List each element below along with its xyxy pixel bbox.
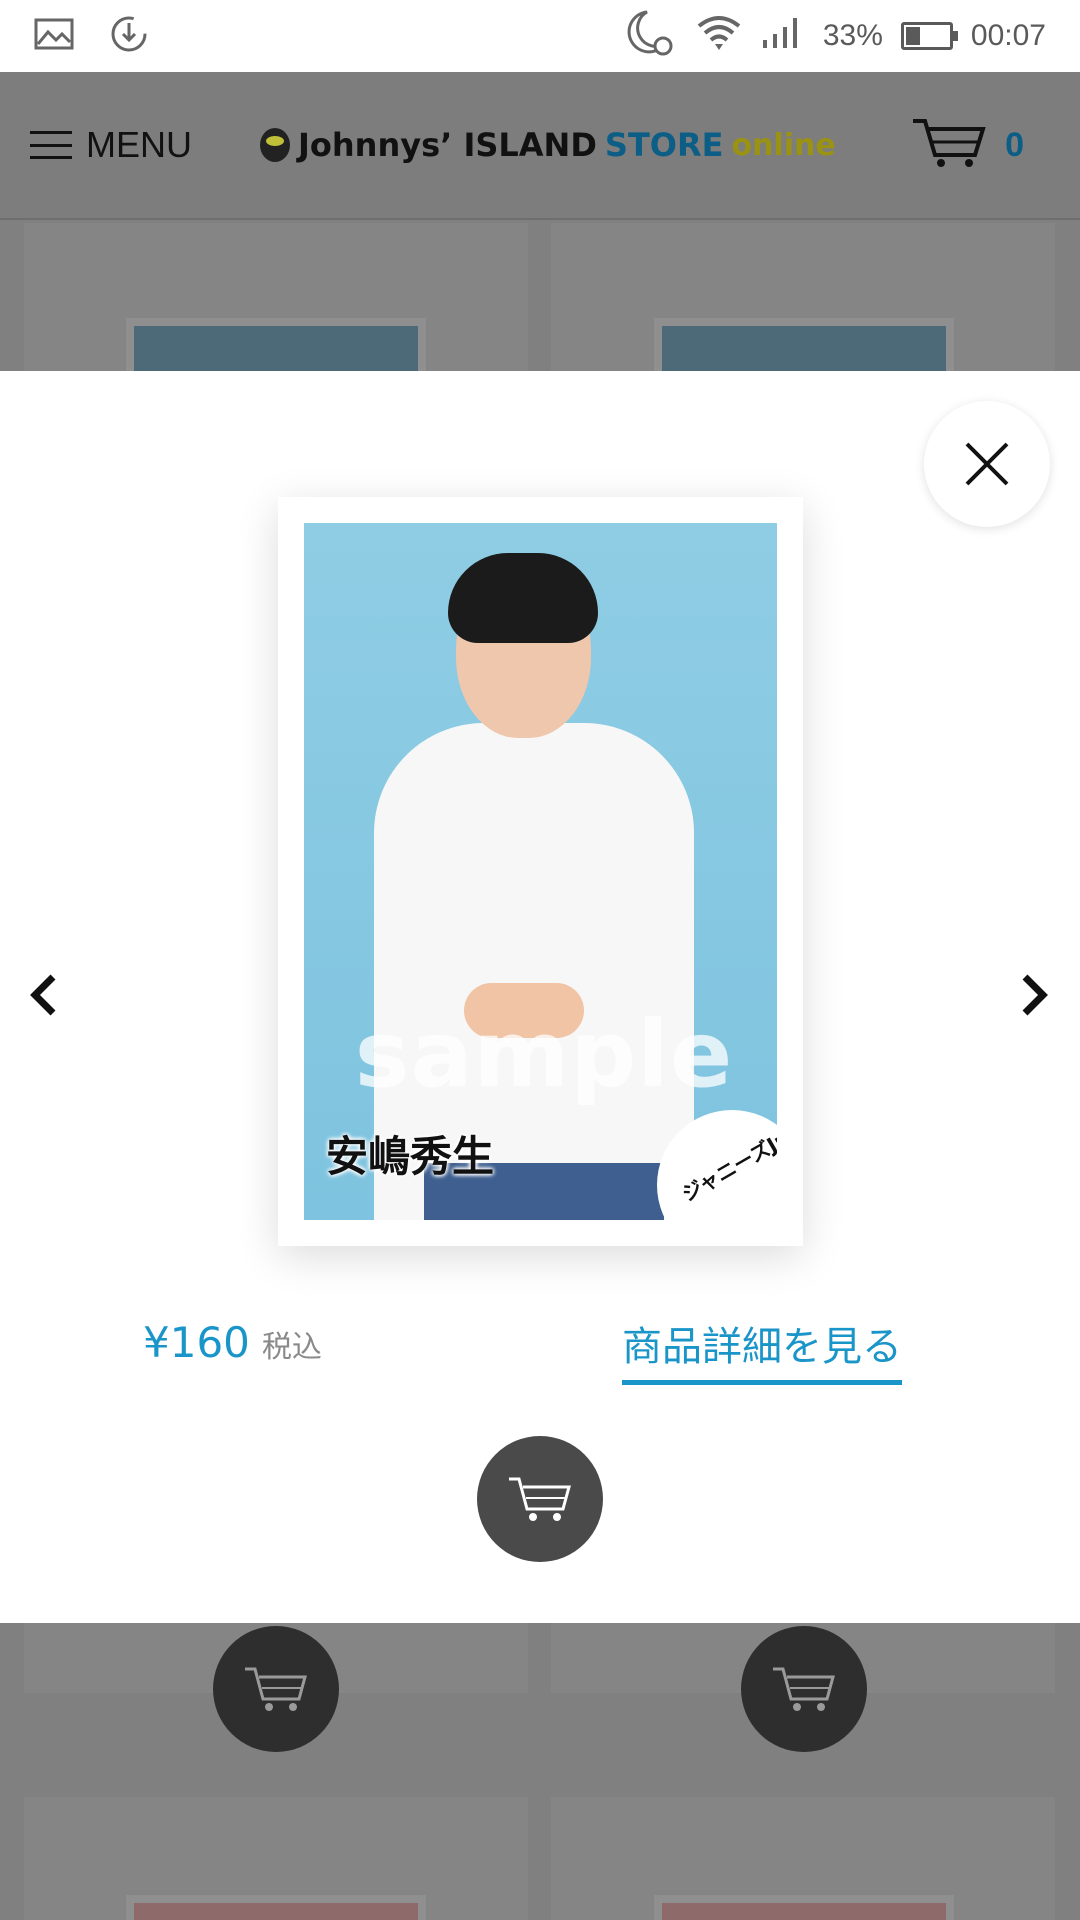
price-tax-label: 税込 (261, 1330, 322, 1365)
product-photo: sample 安嶋秀生 ジャニーズJr. (304, 523, 777, 1220)
cart-icon (509, 1477, 571, 1521)
logo-text-online: online (731, 127, 836, 163)
clock: 00:07 (970, 19, 1046, 52)
close-button[interactable] (924, 401, 1050, 527)
cart-icon (911, 117, 987, 173)
status-bar: 33% 00:07 (0, 0, 1080, 72)
battery-icon (900, 22, 958, 50)
cart-icon (773, 1667, 835, 1711)
background-product-photo (126, 318, 426, 371)
next-button[interactable] (1014, 970, 1054, 1020)
previous-button[interactable] (24, 970, 64, 1020)
cart-count: 0 (1005, 125, 1024, 164)
logo-text-johnnys-island: Johnnys’ ISLAND (298, 126, 597, 164)
person-hair (448, 553, 598, 643)
price: ¥160 税込 (143, 1318, 322, 1367)
battery-level (905, 27, 920, 45)
mascot-icon (260, 128, 290, 162)
store-logo[interactable]: Johnnys’ ISLAND STORE online (260, 126, 836, 164)
wifi-icon (695, 12, 743, 60)
add-to-cart-button[interactable] (477, 1436, 603, 1562)
sample-watermark: sample (354, 1001, 734, 1108)
background-product-photo (654, 1895, 954, 1920)
background-product-photo (654, 318, 954, 371)
gallery-icon (34, 18, 74, 54)
corner-brand-logo-text: ジャニーズJr. (677, 1125, 777, 1207)
price-value: ¥160 (143, 1318, 250, 1367)
hamburger-icon (30, 131, 72, 159)
battery-percentage: 33% (822, 19, 883, 52)
close-icon (965, 442, 1009, 486)
header-cart-button[interactable]: 0 (911, 117, 1024, 173)
menu-button[interactable]: MENU (30, 124, 192, 166)
sync-icon (108, 13, 150, 59)
cart-icon (245, 1667, 307, 1711)
photo-name-label: 安嶋秀生 (326, 1132, 495, 1181)
chevron-right-icon (1022, 974, 1048, 1016)
background-product-photo (126, 1895, 426, 1920)
menu-label: MENU (86, 124, 192, 165)
site-header: MENU Johnnys’ ISLAND STORE online 0 (0, 72, 1080, 220)
logo-text-store: STORE (604, 126, 724, 164)
product-photo-card: sample 安嶋秀生 ジャニーズJr. (278, 497, 803, 1246)
do-not-disturb-alarm-icon (621, 8, 677, 64)
background-cart-button[interactable] (213, 1626, 339, 1752)
view-details-link[interactable]: 商品詳細を見る (622, 1314, 902, 1385)
signal-icon (761, 14, 805, 58)
background-cart-button[interactable] (741, 1626, 867, 1752)
chevron-left-icon (30, 974, 56, 1016)
